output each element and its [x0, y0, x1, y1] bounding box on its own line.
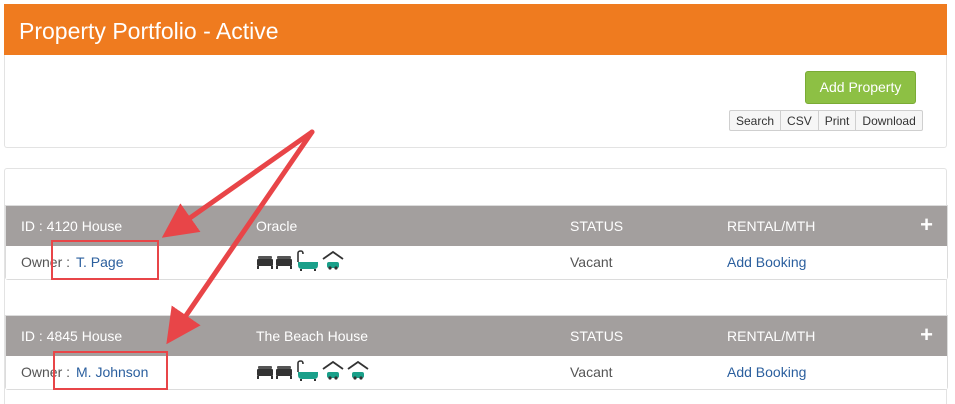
bed-icon: [257, 366, 273, 379]
toolbar-panel: Add Property Search CSV Print Download: [4, 55, 947, 148]
bath-icon: [297, 360, 318, 381]
add-booking-link[interactable]: Add Booking: [727, 254, 806, 270]
status-value: Vacant: [570, 364, 613, 380]
property-id: ID : 4845 House: [21, 328, 123, 344]
bath-icon: [297, 250, 318, 271]
print-button[interactable]: Print: [819, 111, 857, 130]
export-button-group: Search CSV Print Download: [729, 110, 923, 131]
status-column-label: STATUS: [570, 328, 624, 344]
garage-icon: [347, 360, 369, 380]
bed-icon: [276, 366, 292, 379]
owner-highlight-box: [53, 351, 168, 390]
garage-icon: [322, 250, 344, 270]
page-header: Property Portfolio - Active: [4, 4, 947, 55]
expand-plus-icon[interactable]: +: [920, 212, 933, 238]
property-name: Oracle: [256, 218, 298, 234]
garage-icon: [322, 360, 344, 380]
property-name: The Beach House: [256, 328, 369, 344]
add-property-button[interactable]: Add Property: [805, 71, 916, 104]
property-card-header: ID : 4845 House The Beach House STATUS R…: [6, 316, 947, 356]
rental-column-label: RENTAL/MTH: [727, 328, 816, 344]
status-column-label: STATUS: [570, 218, 624, 234]
search-button[interactable]: Search: [730, 111, 782, 130]
amenity-icons: [257, 250, 344, 272]
csv-button[interactable]: CSV: [781, 111, 819, 130]
property-id: ID : 4120 House: [21, 218, 123, 234]
amenity-icons: [257, 360, 369, 382]
status-value: Vacant: [570, 254, 613, 270]
add-booking-link[interactable]: Add Booking: [727, 364, 806, 380]
bed-icon: [257, 256, 273, 269]
download-button[interactable]: Download: [856, 111, 921, 130]
page-title: Property Portfolio - Active: [19, 18, 279, 44]
rental-column-label: RENTAL/MTH: [727, 218, 816, 234]
owner-highlight-box: [51, 240, 159, 280]
expand-plus-icon[interactable]: +: [920, 322, 933, 348]
bed-icon: [276, 256, 292, 269]
